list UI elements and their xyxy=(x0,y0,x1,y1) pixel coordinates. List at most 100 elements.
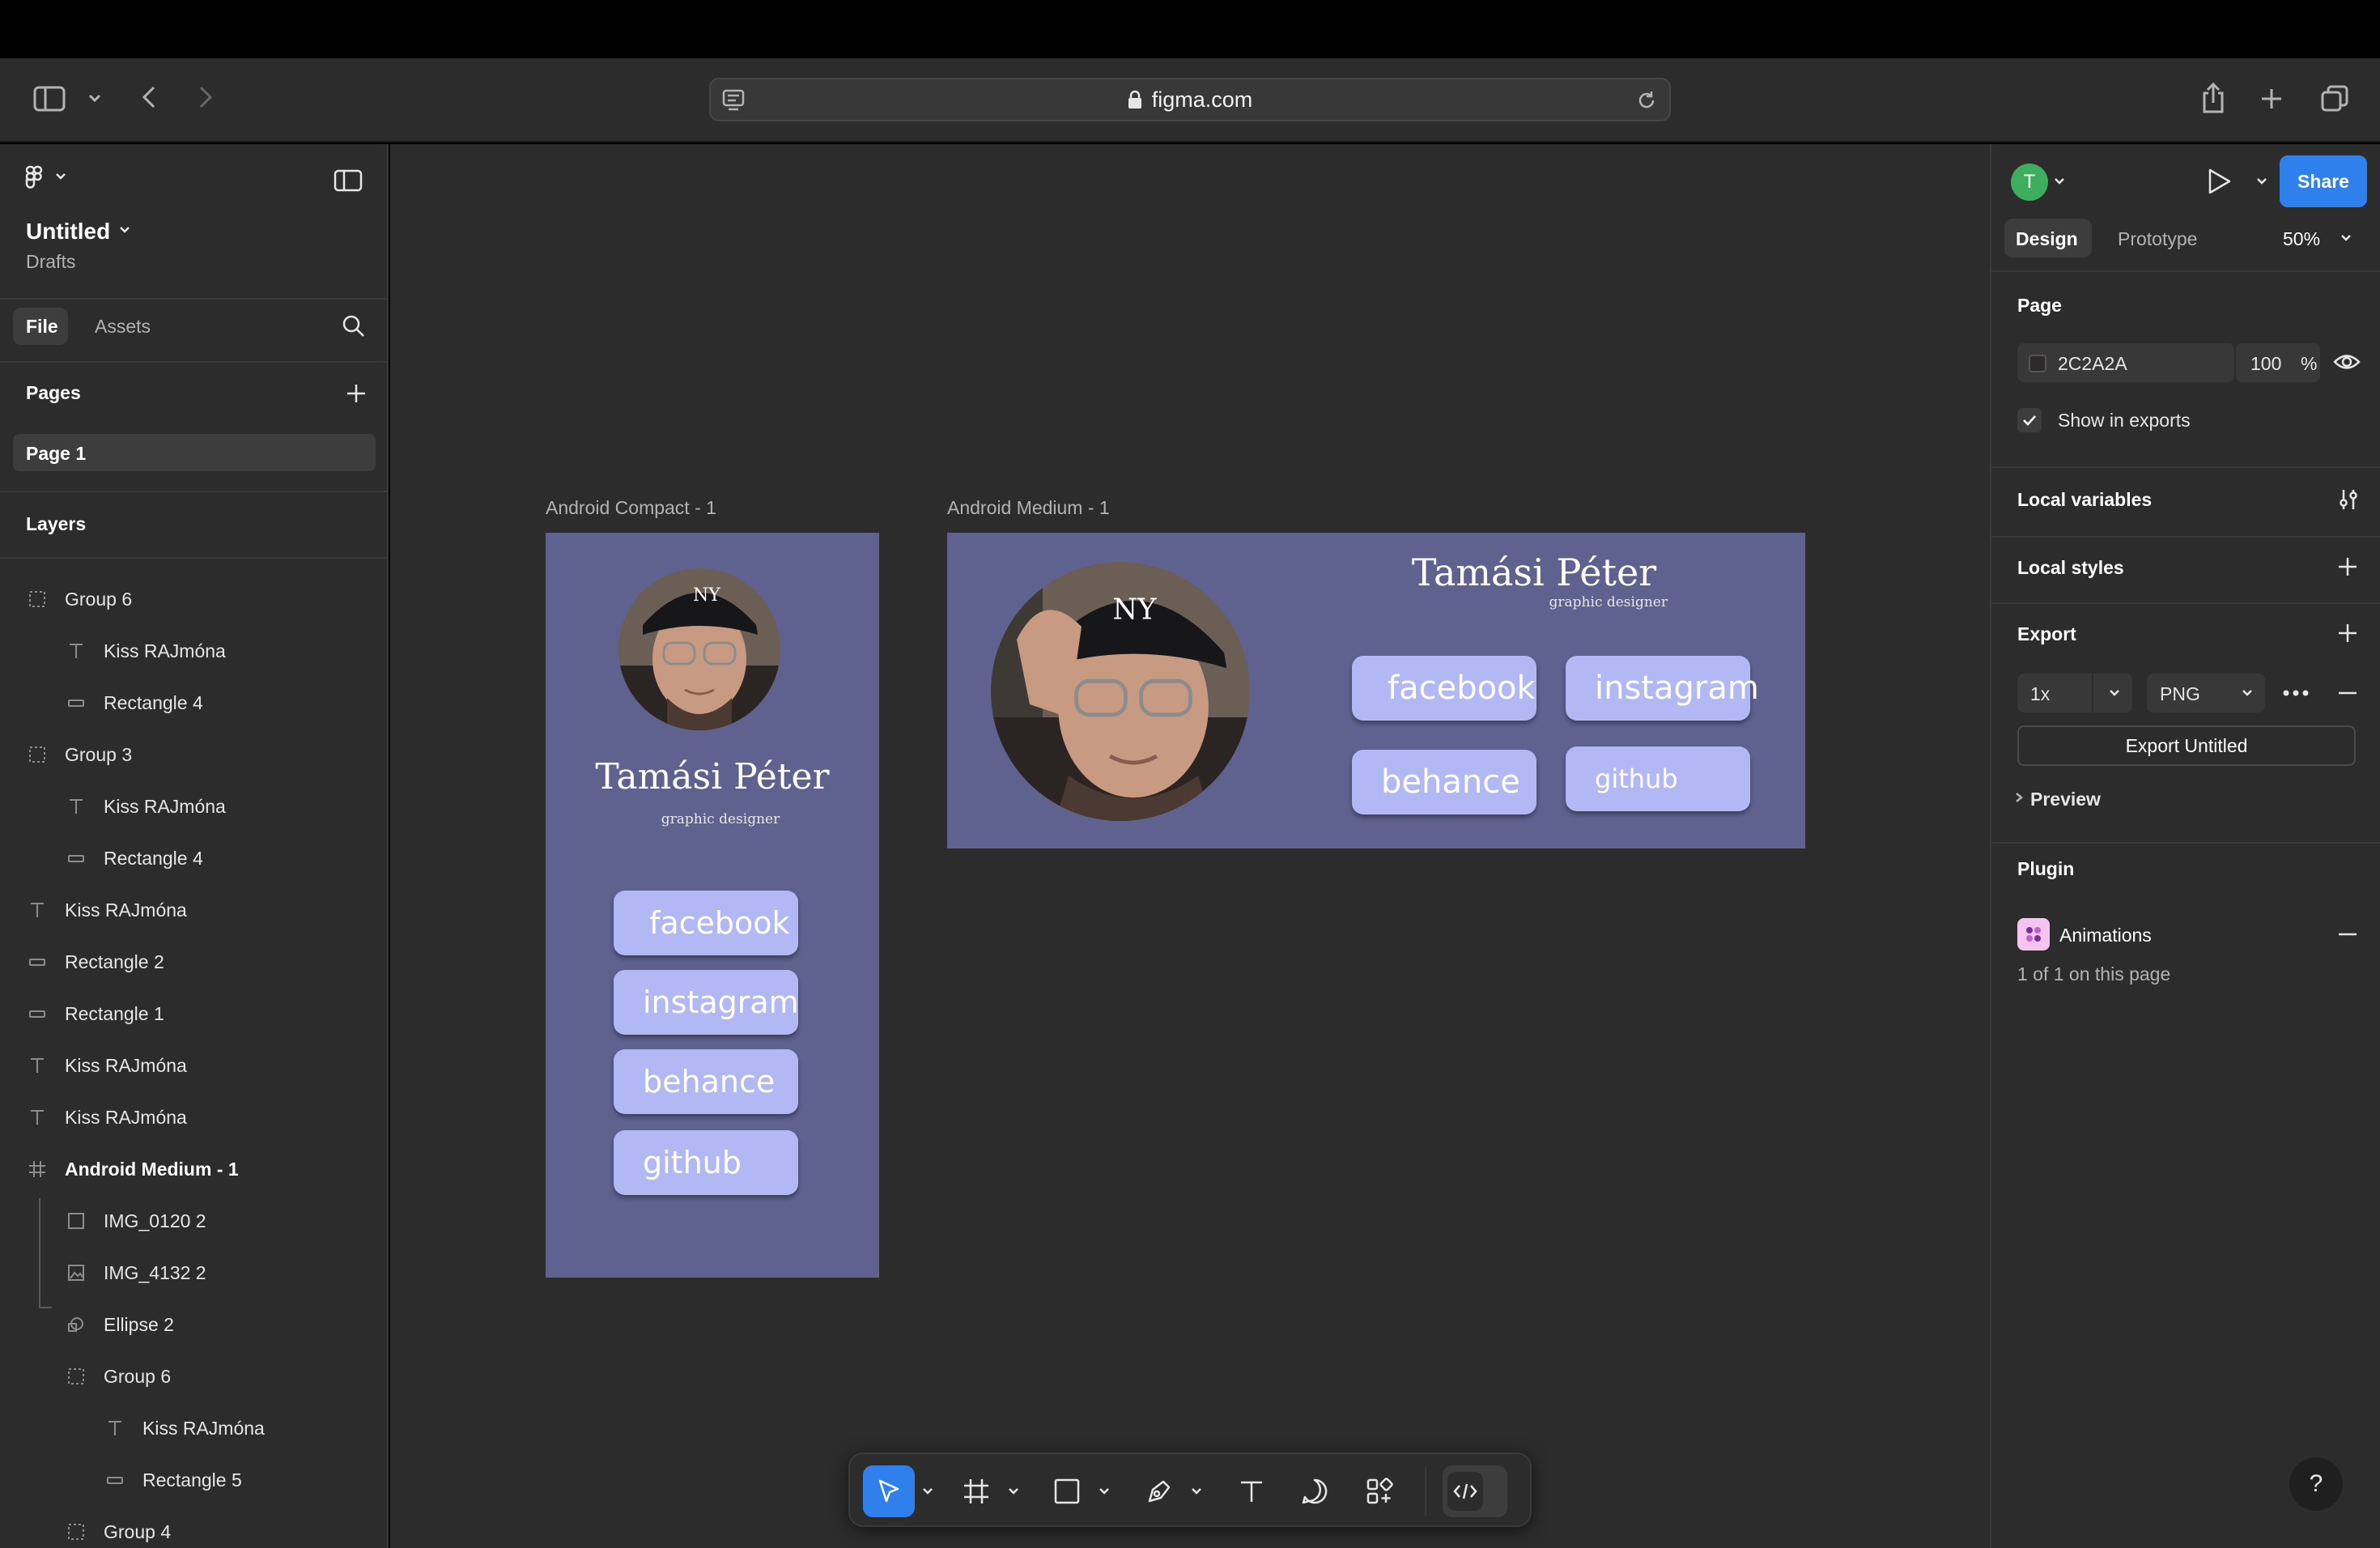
chevron-down-icon[interactable] xyxy=(1094,1465,1114,1517)
layer-text[interactable]: Kiss RAJmóna xyxy=(0,1040,387,1091)
rectangle-tool-icon[interactable] xyxy=(1044,1465,1090,1517)
chevron-down-icon[interactable] xyxy=(2255,176,2268,186)
pen-tool-icon[interactable] xyxy=(1137,1465,1182,1517)
github-button[interactable]: github xyxy=(614,1130,798,1195)
dev-mode-toggle[interactable] xyxy=(1443,1465,1507,1517)
add-style-icon[interactable] xyxy=(2336,555,2359,578)
layer-ellipse[interactable]: Ellipse 2 xyxy=(0,1299,387,1350)
more-options-icon[interactable] xyxy=(2281,683,2310,703)
variables-settings-icon[interactable] xyxy=(2336,487,2361,512)
add-page-icon[interactable] xyxy=(345,382,368,405)
new-tab-icon[interactable] xyxy=(2257,83,2286,115)
panel-layout-icon[interactable] xyxy=(334,168,364,193)
remove-export-icon[interactable] xyxy=(2336,682,2359,704)
lock-icon xyxy=(1128,90,1142,109)
share-button[interactable]: Share xyxy=(2280,155,2367,207)
resources-tool-icon[interactable] xyxy=(1357,1465,1402,1517)
layer-text[interactable]: Kiss RAJmóna xyxy=(0,780,387,832)
plugin-name[interactable]: Animations xyxy=(2059,925,2152,946)
zoom-level[interactable]: 50% xyxy=(2283,228,2320,250)
frame-android-medium[interactable]: NY Tamási Péter graphic designer faceboo… xyxy=(947,533,1805,848)
rectangle-icon xyxy=(65,691,87,714)
file-location[interactable]: Drafts xyxy=(26,251,75,273)
layer-label: Group 4 xyxy=(104,1520,172,1542)
behance-button[interactable]: behance xyxy=(614,1049,798,1114)
export-button[interactable]: Export Untitled xyxy=(2017,725,2356,766)
tab-prototype[interactable]: Prototype xyxy=(2118,228,2197,250)
layer-group[interactable]: Group 3 xyxy=(0,729,387,780)
text-tool-icon[interactable] xyxy=(1229,1465,1274,1517)
eye-icon[interactable] xyxy=(2333,351,2361,372)
layer-text[interactable]: Kiss RAJmóna xyxy=(0,1091,387,1143)
layer-rectangle[interactable]: Rectangle 4 xyxy=(0,832,387,884)
forward-arrow-icon[interactable] xyxy=(193,81,219,113)
chevron-down-icon[interactable] xyxy=(918,1465,937,1517)
layer-rectangle[interactable]: Rectangle 5 xyxy=(0,1454,387,1506)
instagram-button[interactable]: instagram xyxy=(614,970,799,1035)
chevron-down-icon[interactable] xyxy=(118,225,131,235)
chevron-right-icon[interactable] xyxy=(2014,792,2024,803)
tab-assets[interactable]: Assets xyxy=(95,316,151,338)
search-icon[interactable] xyxy=(342,314,366,338)
color-swatch[interactable] xyxy=(2029,355,2046,372)
page-opacity-field[interactable]: 100 % xyxy=(2236,343,2320,382)
chevron-down-icon[interactable] xyxy=(1187,1465,1206,1517)
layer-group[interactable]: Group 6 xyxy=(0,573,387,625)
profile-photo: NY xyxy=(618,568,780,730)
frame-label-medium[interactable]: Android Medium - 1 xyxy=(947,497,1110,519)
show-in-exports-checkbox[interactable] xyxy=(2017,408,2042,432)
file-title[interactable]: Untitled xyxy=(26,219,110,245)
animations-plugin-icon[interactable] xyxy=(2017,918,2050,950)
tab-design[interactable]: Design xyxy=(2004,219,2092,257)
avatar[interactable]: T xyxy=(2011,164,2048,201)
play-icon[interactable] xyxy=(2205,167,2233,196)
add-export-icon[interactable] xyxy=(2336,622,2359,644)
layer-text[interactable]: Kiss RAJmóna xyxy=(0,625,387,677)
share-page-icon[interactable] xyxy=(2199,79,2228,117)
github-button[interactable]: github xyxy=(1566,746,1750,811)
remove-plugin-icon[interactable] xyxy=(2336,923,2359,946)
facebook-button[interactable]: facebook xyxy=(1352,656,1536,721)
facebook-button[interactable]: facebook xyxy=(614,891,798,955)
layer-rectangle[interactable]: Rectangle 1 xyxy=(0,988,387,1040)
page-color-field[interactable]: 2C2A2A xyxy=(2017,343,2234,382)
layer-text[interactable]: Kiss RAJmóna xyxy=(0,884,387,936)
move-tool-icon[interactable] xyxy=(863,1465,915,1517)
layer-image[interactable]: IMG_4132 2 xyxy=(0,1247,387,1299)
reload-icon[interactable] xyxy=(1635,89,1658,112)
behance-button[interactable]: behance xyxy=(1352,750,1536,814)
layer-group[interactable]: Group 6 xyxy=(0,1350,387,1402)
chevron-down-icon[interactable] xyxy=(1004,1465,1023,1517)
tab-file[interactable]: File xyxy=(13,308,68,345)
chevron-down-icon[interactable] xyxy=(2340,233,2352,243)
frame-android-compact[interactable]: NY Tamási Péter graphic designer faceboo… xyxy=(546,533,879,1278)
chevron-down-icon[interactable] xyxy=(84,86,105,110)
export-format-select[interactable]: PNG xyxy=(2147,674,2265,712)
export-scale-select[interactable]: 1x xyxy=(2017,674,2132,712)
address-bar[interactable]: figma.com xyxy=(709,78,1671,121)
frame-label-compact[interactable]: Android Compact - 1 xyxy=(546,497,716,519)
figma-menu-icon[interactable] xyxy=(24,165,73,189)
instagram-button[interactable]: instagram xyxy=(1566,656,1759,721)
tab-overview-icon[interactable] xyxy=(2318,83,2351,115)
layer-text[interactable]: Kiss RAJmóna xyxy=(0,1402,387,1454)
sidebar-toggle-icon[interactable] xyxy=(31,83,68,115)
page-item[interactable]: Page 1 xyxy=(13,434,376,471)
layer-rectangle[interactable]: Rectangle 4 xyxy=(0,677,387,729)
layer-frame[interactable]: Android Medium - 1 xyxy=(0,1143,387,1195)
preview-toggle[interactable]: Preview xyxy=(2030,789,2101,810)
frame-tool-icon[interactable] xyxy=(954,1465,999,1517)
back-arrow-icon[interactable] xyxy=(136,81,162,113)
text-icon xyxy=(65,640,87,662)
layer-rectangle[interactable]: Rectangle 2 xyxy=(0,936,387,988)
divider xyxy=(1991,602,2380,604)
layer-group[interactable]: Group 4 xyxy=(0,1506,387,1548)
local-variables-heading[interactable]: Local variables xyxy=(2017,489,2152,511)
chevron-down-icon[interactable] xyxy=(2053,176,2066,186)
show-in-exports-label[interactable]: Show in exports xyxy=(2058,410,2191,432)
layer-image[interactable]: IMG_0120 2 xyxy=(0,1195,387,1247)
comment-tool-icon[interactable] xyxy=(1292,1465,1337,1517)
local-styles-heading[interactable]: Local styles xyxy=(2017,557,2124,579)
help-button[interactable]: ? xyxy=(2289,1457,2343,1511)
canvas[interactable]: Android Compact - 1 NY Tamási Péter grap… xyxy=(390,144,1990,1548)
